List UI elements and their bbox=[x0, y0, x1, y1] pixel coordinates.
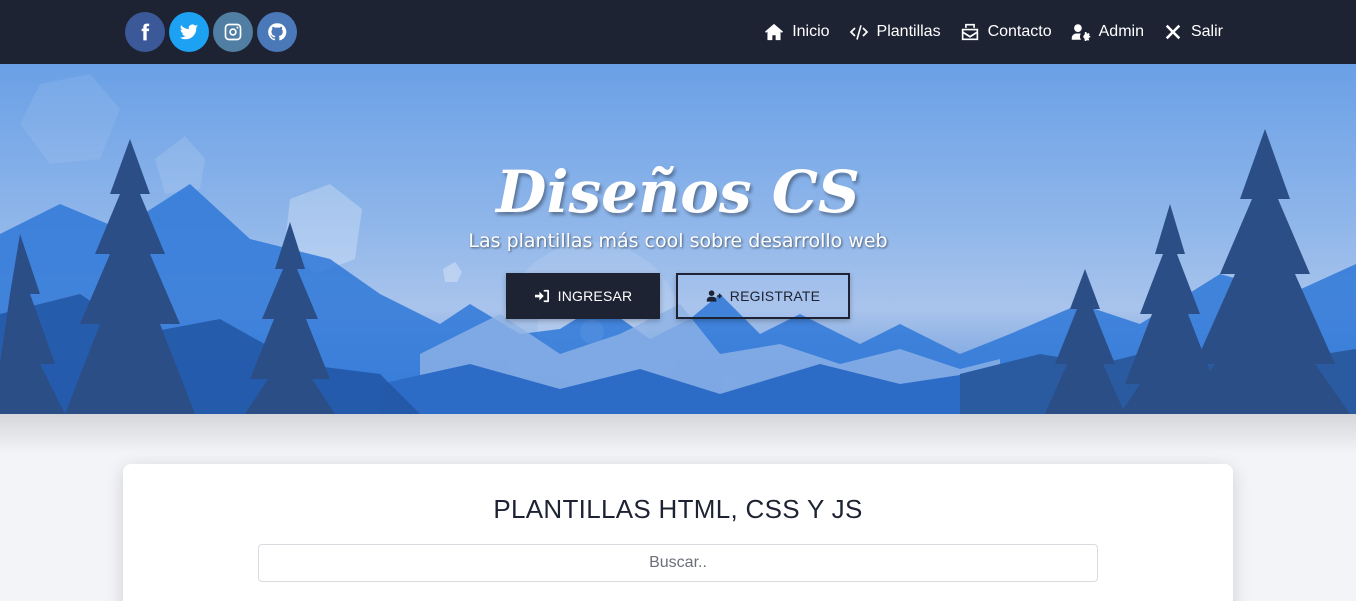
nav-item-admin[interactable]: Admin bbox=[1071, 23, 1144, 41]
nav-item-label: Admin bbox=[1098, 23, 1144, 40]
user-plus-icon bbox=[706, 290, 722, 302]
section-title: PLANTILLAS HTML, CSS Y JS bbox=[493, 494, 863, 524]
nav-item-contacto[interactable]: Contacto bbox=[960, 23, 1052, 41]
nav-item-label: Contacto bbox=[987, 23, 1052, 40]
main-nav: Inicio Plantillas Contacto Admin Salir bbox=[764, 0, 1223, 64]
login-button[interactable]: INGRESAR bbox=[506, 273, 660, 319]
login-button-label: INGRESAR bbox=[557, 288, 633, 304]
social-links bbox=[125, 12, 297, 52]
code-icon bbox=[849, 25, 868, 40]
hero-title: Diseños CS bbox=[496, 158, 860, 226]
twitter-icon bbox=[179, 24, 199, 40]
sign-in-icon bbox=[534, 289, 549, 303]
instagram-link[interactable] bbox=[213, 12, 253, 52]
nav-item-salir[interactable]: Salir bbox=[1163, 23, 1223, 41]
top-navbar: Inicio Plantillas Contacto Admin Salir bbox=[0, 0, 1356, 64]
register-button[interactable]: REGISTRATE bbox=[676, 273, 850, 319]
nav-item-plantillas[interactable]: Plantillas bbox=[849, 23, 941, 41]
mail-bulk-icon bbox=[961, 23, 978, 41]
facebook-icon bbox=[141, 23, 150, 41]
hero-actions: INGRESAR REGISTRATE bbox=[506, 273, 850, 319]
twitter-link[interactable] bbox=[169, 12, 209, 52]
search-input[interactable] bbox=[258, 544, 1098, 582]
home-icon bbox=[765, 23, 784, 41]
github-icon bbox=[268, 23, 287, 41]
facebook-link[interactable] bbox=[125, 12, 165, 52]
times-icon bbox=[1165, 24, 1181, 40]
hero-banner: Diseños CS Las plantillas más cool sobre… bbox=[0, 64, 1356, 414]
nav-item-inicio[interactable]: Inicio bbox=[764, 23, 830, 41]
nav-item-label: Salir bbox=[1190, 23, 1223, 40]
user-cog-icon bbox=[1071, 24, 1090, 41]
hero-shadow bbox=[0, 414, 1356, 454]
hero-subtitle: Las plantillas más cool sobre desarrollo… bbox=[468, 230, 888, 252]
github-link[interactable] bbox=[257, 12, 297, 52]
nav-item-label: Inicio bbox=[792, 23, 830, 40]
register-button-label: REGISTRATE bbox=[729, 288, 821, 304]
templates-card: PLANTILLAS HTML, CSS Y JS bbox=[123, 464, 1233, 601]
instagram-icon bbox=[224, 23, 242, 41]
nav-item-label: Plantillas bbox=[876, 23, 941, 40]
